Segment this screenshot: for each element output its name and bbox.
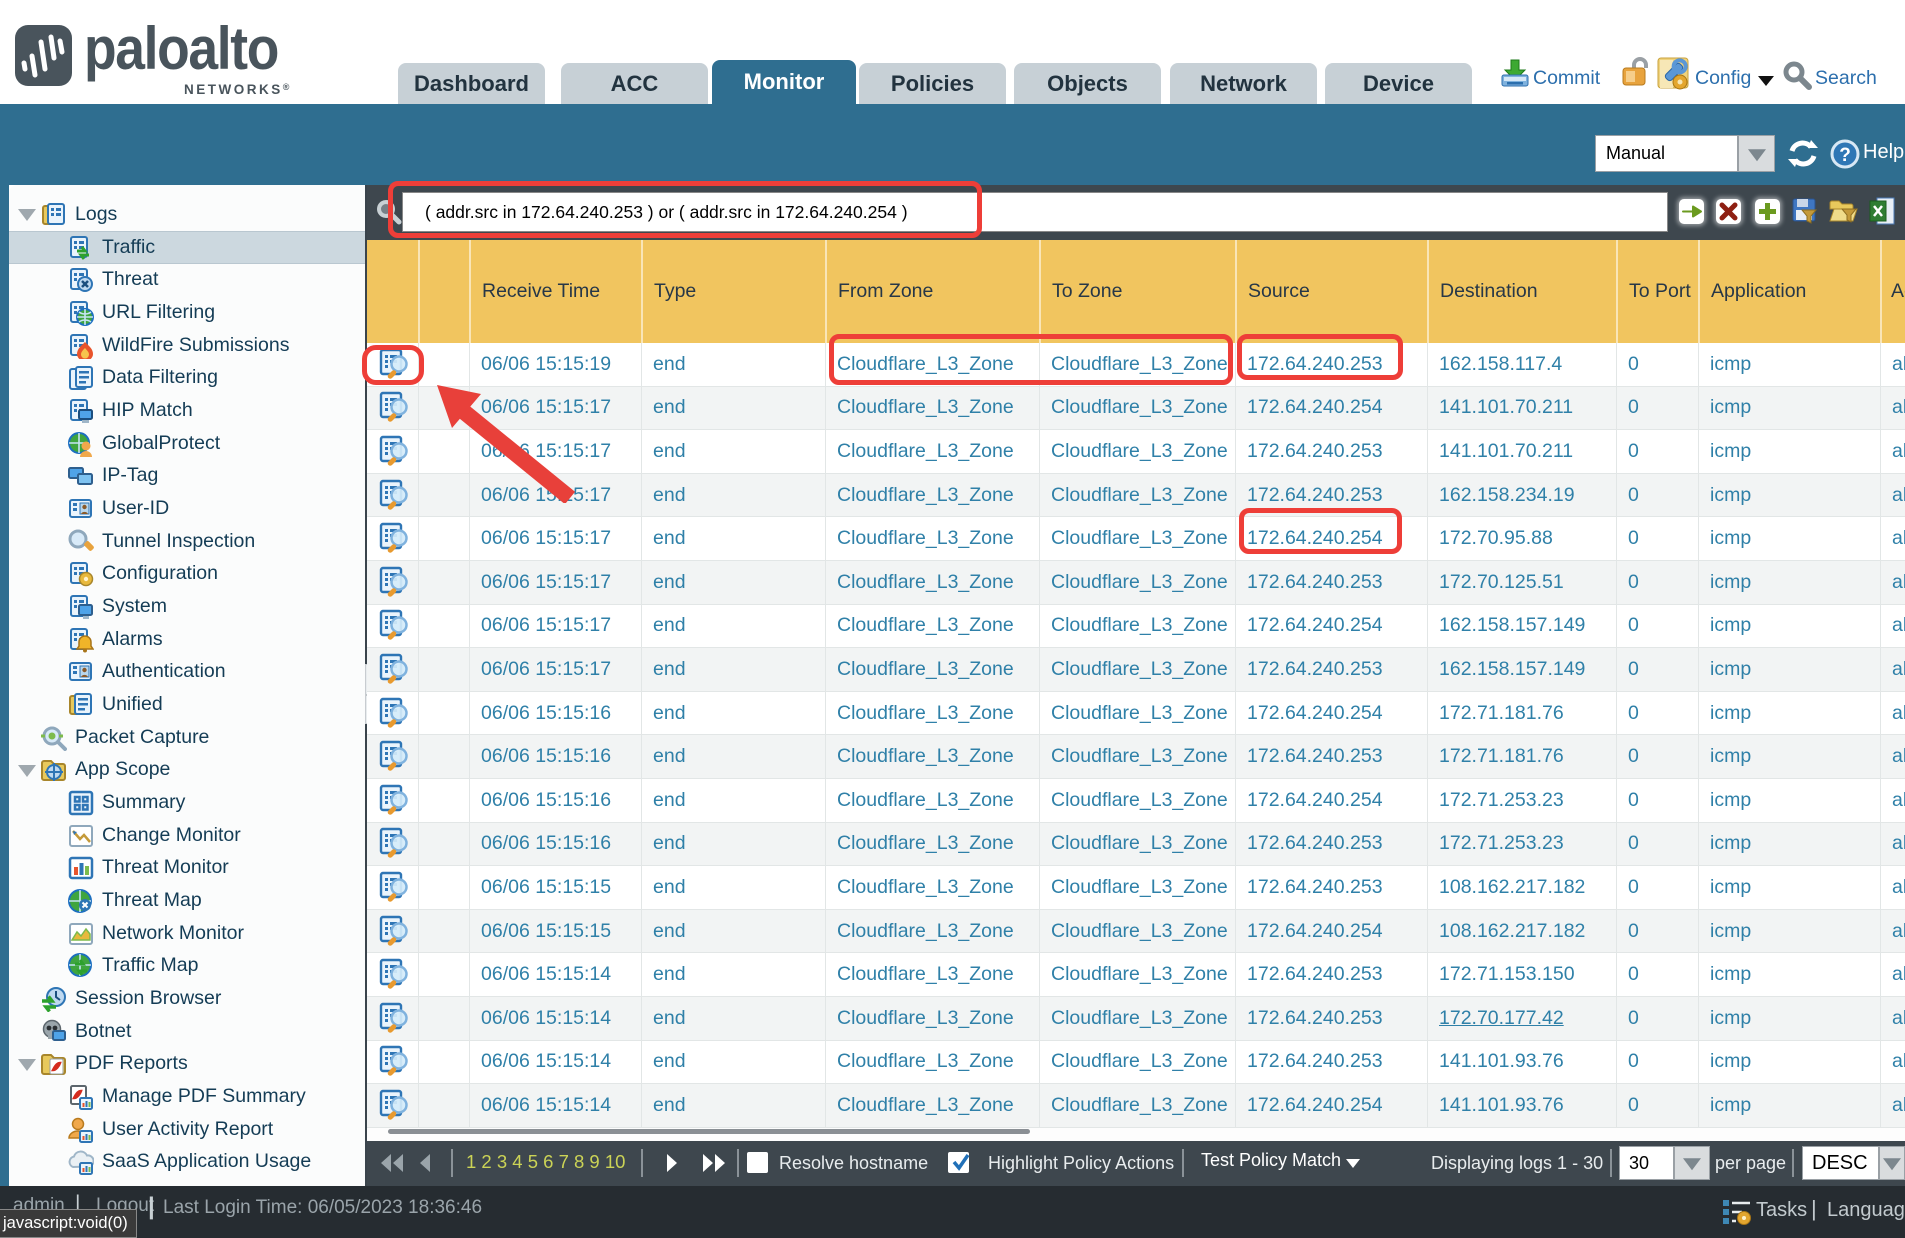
svg-text:?: ?: [1839, 145, 1851, 166]
